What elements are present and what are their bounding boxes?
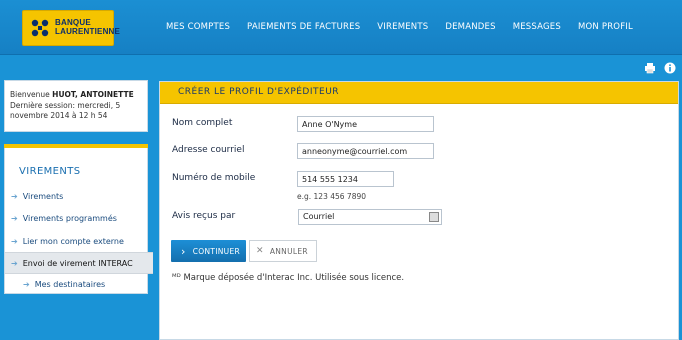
- user-name: HUOT, ANTOINETTE: [52, 90, 134, 99]
- notify-selected-value: Courriel: [303, 212, 335, 221]
- chevron-right-icon: ›: [181, 244, 186, 258]
- sidebar-item-label: Virements programmés: [22, 213, 117, 223]
- close-icon: ✕: [256, 246, 264, 256]
- sidebar: VIREMENTS ➔ Virements ➔ Virements progra…: [4, 144, 153, 295]
- nav-virements[interactable]: VIREMENTS: [377, 22, 428, 34]
- sidebar-item-lier-compte[interactable]: ➔ Lier mon compte externe: [5, 230, 147, 252]
- sidebar-item-label: Mes destinataires: [34, 279, 106, 289]
- sidebar-accent: [4, 144, 148, 158]
- last-session: Dernière session: mercredi, 5 novembre 2…: [10, 100, 121, 121]
- mobile-input[interactable]: [297, 171, 394, 187]
- sidebar-item-mes-destinataires[interactable]: ➔ Mes destinataires: [5, 273, 147, 295]
- nav-paiements-de-factures[interactable]: PAIEMENTS DE FACTURES: [247, 22, 360, 34]
- continue-label: CONTINUER: [192, 246, 240, 256]
- chevron-right-icon: ➔: [23, 279, 30, 289]
- notify-label: Avis reçus par: [172, 211, 236, 221]
- chevron-right-icon: ➔: [11, 236, 18, 246]
- continue-button[interactable]: › CONTINUER: [171, 240, 246, 262]
- bank-logo[interactable]: BANQUE LAURENTIENNE: [22, 10, 120, 46]
- cancel-label: ANNULER: [269, 246, 308, 256]
- top-bar: BANQUE LAURENTIENNE MES COMPTES PAIEMENT…: [0, 0, 682, 55]
- welcome-prefix: Bienvenue: [10, 90, 50, 99]
- nav-messages[interactable]: MESSAGES: [513, 22, 561, 34]
- dropdown-arrow-icon: [429, 212, 439, 222]
- email-label: Adresse courriel: [172, 145, 245, 155]
- sidebar-item-envoi-interac[interactable]: ➔ Envoi de virement INTERAC: [5, 252, 153, 274]
- sender-profile-panel: CRÉER LE PROFIL D'EXPÉDITEUR Nom complet…: [159, 81, 679, 340]
- email-input[interactable]: [297, 143, 434, 159]
- logo-text: BANQUE LAURENTIENNE: [55, 18, 121, 36]
- chevron-right-icon: ➔: [11, 258, 18, 268]
- nav-mon-profil[interactable]: MON PROFIL: [578, 22, 633, 34]
- chevron-right-icon: ➔: [11, 213, 18, 223]
- chevron-right-icon: ➔: [11, 191, 18, 201]
- sidebar-item-label: Lier mon compte externe: [22, 236, 124, 246]
- cancel-button[interactable]: ✕ ANNULER: [249, 240, 317, 262]
- welcome-box: Bienvenue HUOT, ANTOINETTE Dernière sess…: [4, 80, 148, 132]
- nav-demandes[interactable]: DEMANDES: [445, 22, 495, 34]
- sidebar-item-label: Envoi de virement INTERAC: [22, 258, 133, 268]
- sidebar-item-label: Virements: [22, 191, 64, 201]
- notify-select[interactable]: Courriel: [298, 209, 442, 225]
- mobile-hint: e.g. 123 456 7890: [297, 192, 367, 201]
- panel-title: CRÉER LE PROFIL D'EXPÉDITEUR: [160, 82, 678, 104]
- info-icon[interactable]: [664, 62, 676, 74]
- sidebar-title: VIREMENTS: [19, 166, 81, 177]
- nav-mes-comptes[interactable]: MES COMPTES: [166, 22, 230, 34]
- mobile-label: Numéro de mobile: [172, 173, 256, 183]
- full-name-input[interactable]: [297, 116, 434, 132]
- full-name-label: Nom complet: [172, 118, 233, 128]
- main-nav: MES COMPTES PAIEMENTS DE FACTURES VIREME…: [166, 22, 650, 34]
- sidebar-item-virements-programmes[interactable]: ➔ Virements programmés: [5, 207, 147, 229]
- sidebar-item-virements[interactable]: ➔ Virements: [5, 185, 147, 207]
- trademark-note: ᴹᴰ Marque déposée d'Interac Inc. Utilisé…: [172, 273, 405, 283]
- print-icon[interactable]: [644, 62, 656, 74]
- logo-mark-icon: [31, 19, 49, 37]
- page-tools: [644, 62, 676, 74]
